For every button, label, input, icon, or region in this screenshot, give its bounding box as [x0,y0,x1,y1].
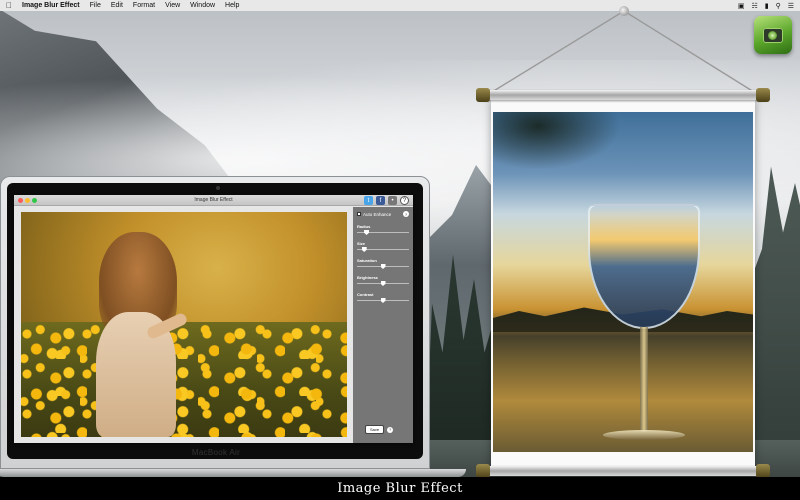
laptop-model-label: MacBook Air [191,448,241,457]
auto-enhance-checkbox[interactable] [357,212,361,216]
menu-bar:  Image Blur Effect File Edit Format Vie… [0,0,800,11]
photo-preview[interactable] [21,212,347,437]
slider-label: Saturation [357,258,377,263]
poster [491,98,755,470]
slider-track[interactable] [357,298,409,303]
flickr-icon[interactable]: • [388,196,397,205]
slider-thumb[interactable] [380,298,386,303]
slider-thumb[interactable] [361,247,367,252]
wine-glass-foot [603,430,685,440]
slider-track[interactable] [357,247,409,252]
list-icon[interactable]: ☰ [788,2,794,10]
menu-app-name[interactable]: Image Blur Effect [22,2,80,9]
slider-label: Size [357,241,366,246]
slider-label: Brightness [357,275,378,280]
wine-glass-bowl [588,204,700,329]
camera-icon [763,27,783,43]
poster-rod-top [478,90,768,100]
hanger-nail [619,6,629,16]
window-minimize-button[interactable] [25,198,30,203]
wifi-icon[interactable]: ☵ [751,2,757,10]
facebook-icon[interactable]: f [376,196,385,205]
save-help-icon[interactable]: ? [387,426,394,433]
slider-track[interactable] [357,264,409,269]
display-icon[interactable]: ▣ [738,2,745,10]
slider-label: Radius [357,224,371,229]
laptop-base [0,469,466,477]
laptop-camera [216,186,220,190]
apple-menu-icon[interactable]:  [6,1,12,10]
auto-enhance-label: Auto Enhance [363,211,392,217]
rod-cap-bottom-right [756,464,770,478]
menu-file[interactable]: File [90,2,101,9]
app-dock-icon[interactable] [754,16,792,54]
menu-help[interactable]: Help [225,2,239,9]
poster-photo [493,112,753,452]
slider-thumb[interactable] [380,264,386,269]
slider-thumb[interactable] [364,230,370,235]
window-close-button[interactable] [18,198,23,203]
rod-cap-bottom-left [476,464,490,478]
menu-window[interactable]: Window [190,2,215,9]
slider-radius: Radius [357,224,409,235]
app-window: Image Blur Effect t f • ? Auto Enhance ?… [14,195,413,443]
battery-icon[interactable]: ▮ [765,2,769,10]
auto-enhance-row: Auto Enhance ? [357,210,409,218]
slider-thumb[interactable] [380,281,386,286]
save-button[interactable]: Save [365,425,385,434]
poster-branch [493,112,643,182]
twitter-icon[interactable]: t [364,196,373,205]
search-icon[interactable]: ⚲ [776,2,781,10]
slider-contrast: Contrast [357,292,409,303]
rod-cap-top-left [476,88,490,102]
menu-format[interactable]: Format [133,2,155,9]
slider-track[interactable] [357,230,409,235]
slider-list: Radius Size Saturation Brightness Contra… [357,224,409,303]
rod-cap-top-right [756,88,770,102]
caption-bar: Image Blur Effect [0,477,800,500]
slider-brightness: Brightness [357,275,409,286]
menu-view[interactable]: View [165,2,180,9]
photo-flowers [21,322,347,437]
slider-label: Contrast [357,292,374,297]
window-title: Image Blur Effect [194,197,233,203]
window-zoom-button[interactable] [32,198,37,203]
save-row: Save ? [365,425,394,434]
help-icon[interactable]: ? [400,196,409,205]
status-area: ▣ ☵ ▮ ⚲ ☰ [738,2,794,10]
slider-saturation: Saturation [357,258,409,269]
slider-track[interactable] [357,281,409,286]
slider-size: Size [357,241,409,252]
adjustments-panel: Auto Enhance ? Radius Size Saturation Br… [353,207,413,443]
window-titlebar[interactable]: Image Blur Effect t f • ? [14,195,413,206]
poster-rod-bottom [478,466,768,476]
menu-edit[interactable]: Edit [111,2,123,9]
share-toolbar: t f • ? [364,196,409,205]
auto-enhance-help-icon[interactable]: ? [403,211,409,217]
wine-glass-stem [640,327,648,432]
